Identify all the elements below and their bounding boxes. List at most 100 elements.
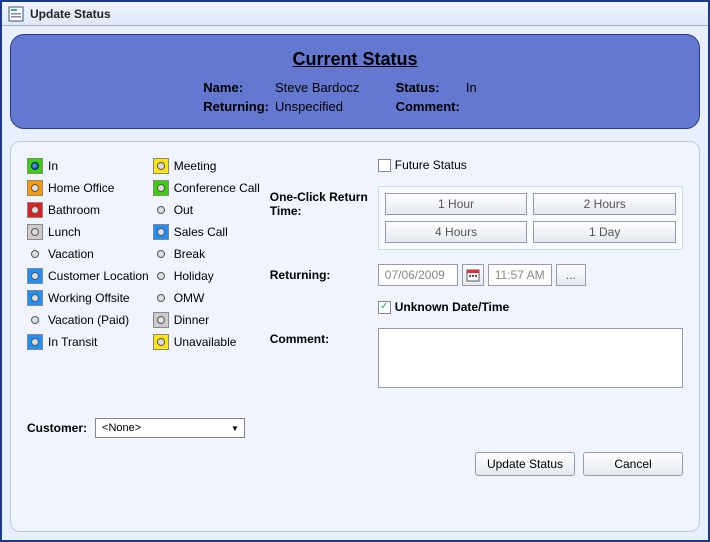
current-status-panel: Current Status Name: Steve Bardocz Statu… — [10, 34, 700, 129]
titlebar: Update Status — [2, 2, 708, 26]
update-status-button[interactable]: Update Status — [475, 452, 575, 476]
status-radio[interactable] — [27, 202, 43, 218]
status-option[interactable]: Vacation — [27, 246, 149, 262]
quick-time-button[interactable]: 4 Hours — [385, 221, 528, 243]
status-option-label: Working Offsite — [48, 291, 130, 305]
footer-buttons: Update Status Cancel — [27, 452, 683, 476]
chevron-down-icon: ▼ — [228, 421, 242, 435]
body-panel: In Home Office Bathroom Lunch Vacation Custom… — [10, 141, 700, 532]
status-option[interactable]: Bathroom — [27, 202, 149, 218]
status-radio[interactable] — [153, 334, 169, 350]
status-radio[interactable] — [153, 202, 169, 218]
status-option[interactable]: Break — [153, 246, 260, 262]
status-radio[interactable] — [153, 246, 169, 262]
status-option[interactable]: Home Office — [27, 180, 149, 196]
more-button[interactable]: ... — [556, 264, 586, 286]
status-label: Status: — [396, 80, 460, 95]
status-option-label: OMW — [174, 291, 205, 305]
comment-label: Comment: — [396, 99, 460, 114]
status-radio[interactable] — [27, 312, 43, 328]
unknown-datetime-label: Unknown Date/Time — [395, 300, 509, 314]
status-option[interactable]: Unavailable — [153, 334, 260, 350]
status-option-label: Dinner — [174, 313, 209, 327]
status-radio[interactable] — [27, 224, 43, 240]
status-option[interactable]: Dinner — [153, 312, 260, 328]
status-value: In — [466, 80, 507, 95]
app-icon — [8, 6, 24, 22]
quick-time-button[interactable]: 1 Hour — [385, 193, 528, 215]
returning-value: Unspecified — [275, 99, 390, 114]
status-option-label: Home Office — [48, 181, 114, 195]
current-status-heading: Current Status — [11, 49, 699, 70]
unknown-datetime-checkbox[interactable]: ✓ — [378, 301, 391, 314]
name-value: Steve Bardocz — [275, 80, 390, 95]
status-option[interactable]: Meeting — [153, 158, 260, 174]
status-col-2: Meeting Conference Call Out Sales Call Break… — [153, 158, 260, 388]
cancel-button[interactable]: Cancel — [583, 452, 683, 476]
status-option-label: Customer Location — [48, 269, 149, 283]
quick-buttons-grid: 1 Hour2 Hours4 Hours1 Day — [378, 186, 683, 250]
status-radio[interactable] — [27, 180, 43, 196]
status-option[interactable]: Out — [153, 202, 260, 218]
status-radio[interactable] — [153, 290, 169, 306]
main-row: In Home Office Bathroom Lunch Vacation Custom… — [27, 158, 683, 388]
status-option[interactable]: Vacation (Paid) — [27, 312, 149, 328]
returning-form-label: Returning: — [270, 264, 370, 314]
status-radio[interactable] — [153, 268, 169, 284]
future-status-checkbox[interactable] — [378, 159, 391, 172]
update-status-window: Update Status Current Status Name: Steve… — [0, 0, 710, 542]
status-option[interactable]: Customer Location — [27, 268, 149, 284]
comment-value — [466, 99, 507, 114]
status-radio[interactable] — [27, 246, 43, 262]
customer-row: Customer: <None> ▼ — [27, 418, 683, 438]
quick-time-button[interactable]: 2 Hours — [533, 193, 676, 215]
current-status-grid: Name: Steve Bardocz Status: In Returning… — [203, 80, 506, 114]
status-option[interactable]: In — [27, 158, 149, 174]
one-click-label: One-Click Return Time: — [270, 186, 370, 250]
status-option[interactable]: Working Offsite — [27, 290, 149, 306]
status-option-label: Out — [174, 203, 193, 217]
returning-time-input[interactable]: 11:57 AM — [488, 264, 552, 286]
calendar-icon — [466, 268, 480, 282]
status-option-label: Vacation (Paid) — [48, 313, 129, 327]
comment-textarea[interactable] — [378, 328, 683, 388]
status-option-label: Bathroom — [48, 203, 100, 217]
customer-label: Customer: — [27, 421, 87, 435]
calendar-button[interactable] — [462, 264, 484, 286]
status-radio[interactable] — [27, 158, 43, 174]
quick-time-button[interactable]: 1 Day — [533, 221, 676, 243]
status-radio[interactable] — [153, 312, 169, 328]
status-radio[interactable] — [27, 290, 43, 306]
future-status-row: Future Status — [378, 158, 683, 172]
customer-selected: <None> — [102, 422, 141, 434]
status-option-label: Lunch — [48, 225, 81, 239]
status-radio[interactable] — [27, 268, 43, 284]
name-label: Name: — [203, 80, 269, 95]
status-option-label: Break — [174, 247, 205, 261]
status-radio[interactable] — [153, 180, 169, 196]
status-option-label: Unavailable — [174, 335, 237, 349]
comment-form-label: Comment: — [270, 328, 370, 388]
returning-label: Returning: — [203, 99, 269, 114]
status-option-label: Holiday — [174, 269, 214, 283]
status-option[interactable]: Lunch — [27, 224, 149, 240]
status-option[interactable]: Conference Call — [153, 180, 260, 196]
status-option[interactable]: Holiday — [153, 268, 260, 284]
status-radio[interactable] — [153, 158, 169, 174]
status-option-label: Conference Call — [174, 181, 260, 195]
status-option-label: Vacation — [48, 247, 94, 261]
status-option[interactable]: OMW — [153, 290, 260, 306]
window-title: Update Status — [30, 7, 111, 21]
status-option-label: Meeting — [174, 159, 217, 173]
returning-date-row: 07/06/2009 11:57 AM ... — [378, 264, 683, 286]
status-radio[interactable] — [27, 334, 43, 350]
status-option-label: Sales Call — [174, 225, 228, 239]
customer-dropdown[interactable]: <None> ▼ — [95, 418, 245, 438]
status-option[interactable]: Sales Call — [153, 224, 260, 240]
unknown-datetime-row: ✓ Unknown Date/Time — [378, 300, 683, 314]
returning-date-input[interactable]: 07/06/2009 — [378, 264, 458, 286]
status-radio[interactable] — [153, 224, 169, 240]
status-options: In Home Office Bathroom Lunch Vacation Custom… — [27, 158, 260, 388]
status-option[interactable]: In Transit — [27, 334, 149, 350]
status-option-label: In Transit — [48, 335, 97, 349]
